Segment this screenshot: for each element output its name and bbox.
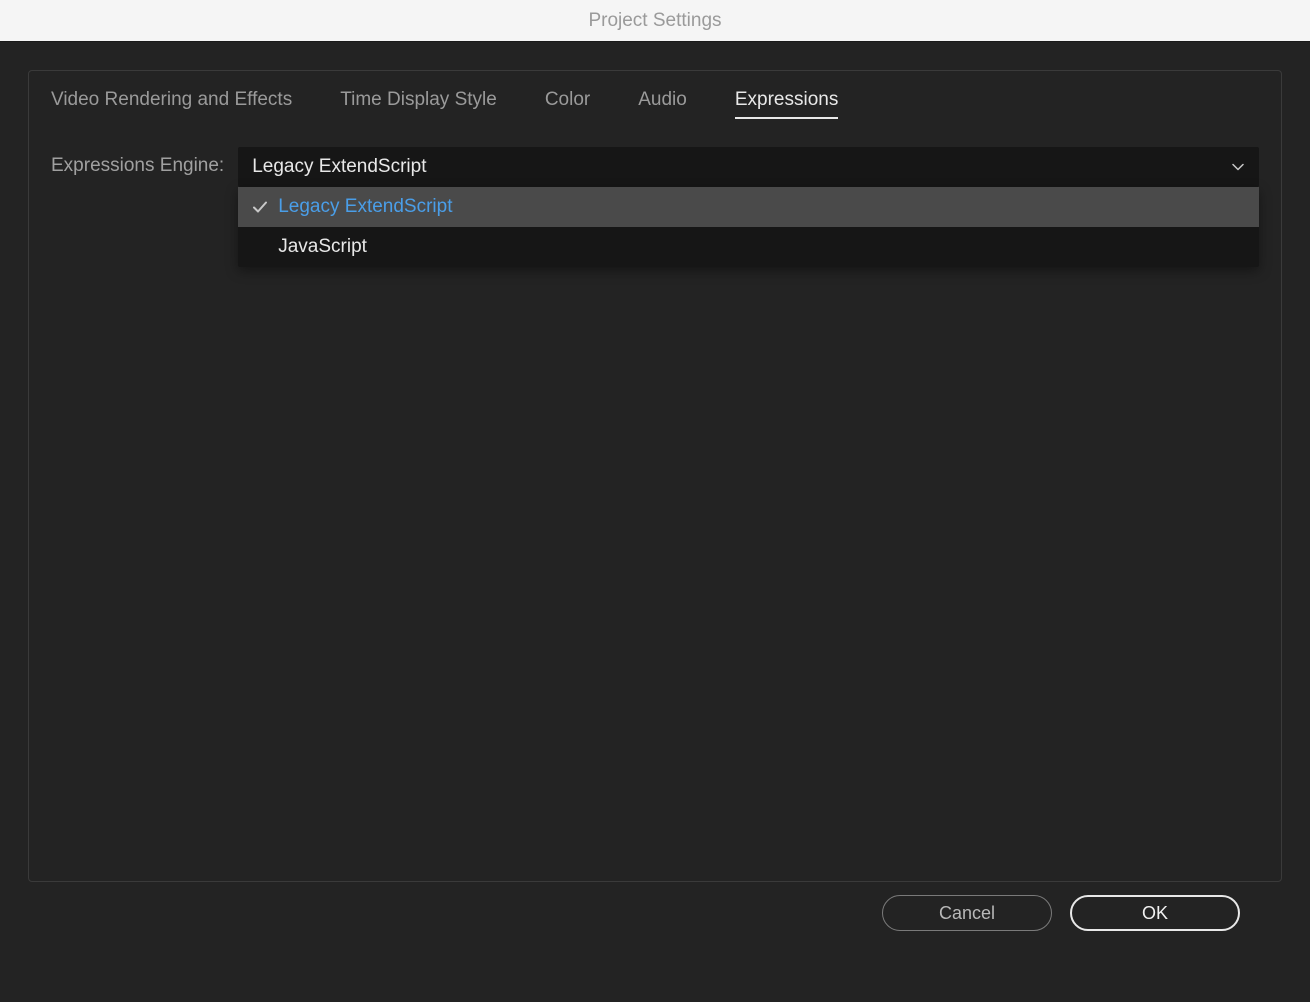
main-content: Video Rendering and Effects Time Display… — [0, 42, 1310, 882]
tab-expressions[interactable]: Expressions — [735, 89, 839, 119]
tab-color[interactable]: Color — [545, 89, 590, 119]
tabs: Video Rendering and Effects Time Display… — [51, 89, 1259, 119]
expressions-engine-row: Expressions Engine: Legacy ExtendScript — [51, 147, 1259, 187]
dropdown-selected-text: Legacy ExtendScript — [252, 156, 426, 178]
window-title: Project Settings — [588, 10, 721, 32]
dropdown-option-label: Legacy ExtendScript — [278, 196, 452, 218]
expressions-engine-dropdown[interactable]: Legacy ExtendScript — [238, 147, 1259, 187]
expressions-engine-dropdown-wrapper: Legacy ExtendScript Leg — [238, 147, 1259, 187]
tab-video-rendering[interactable]: Video Rendering and Effects — [51, 89, 292, 119]
dropdown-list: Legacy ExtendScript JavaScript — [238, 187, 1259, 267]
cancel-button[interactable]: Cancel — [882, 895, 1052, 931]
ok-button[interactable]: OK — [1070, 895, 1240, 931]
titlebar: Project Settings — [0, 0, 1310, 42]
footer: Cancel OK — [0, 882, 1310, 1002]
expressions-engine-label: Expressions Engine: — [51, 147, 224, 177]
dropdown-option-javascript[interactable]: JavaScript — [238, 227, 1259, 267]
tab-time-display[interactable]: Time Display Style — [340, 89, 497, 119]
ok-button-label: OK — [1142, 903, 1168, 924]
dropdown-option-label: JavaScript — [278, 236, 367, 258]
dropdown-option-legacy-extendscript[interactable]: Legacy ExtendScript — [238, 187, 1259, 227]
settings-panel: Video Rendering and Effects Time Display… — [28, 70, 1282, 882]
check-icon — [252, 199, 278, 215]
tab-audio[interactable]: Audio — [638, 89, 687, 119]
chevron-down-icon — [1231, 160, 1245, 174]
cancel-button-label: Cancel — [939, 903, 995, 924]
